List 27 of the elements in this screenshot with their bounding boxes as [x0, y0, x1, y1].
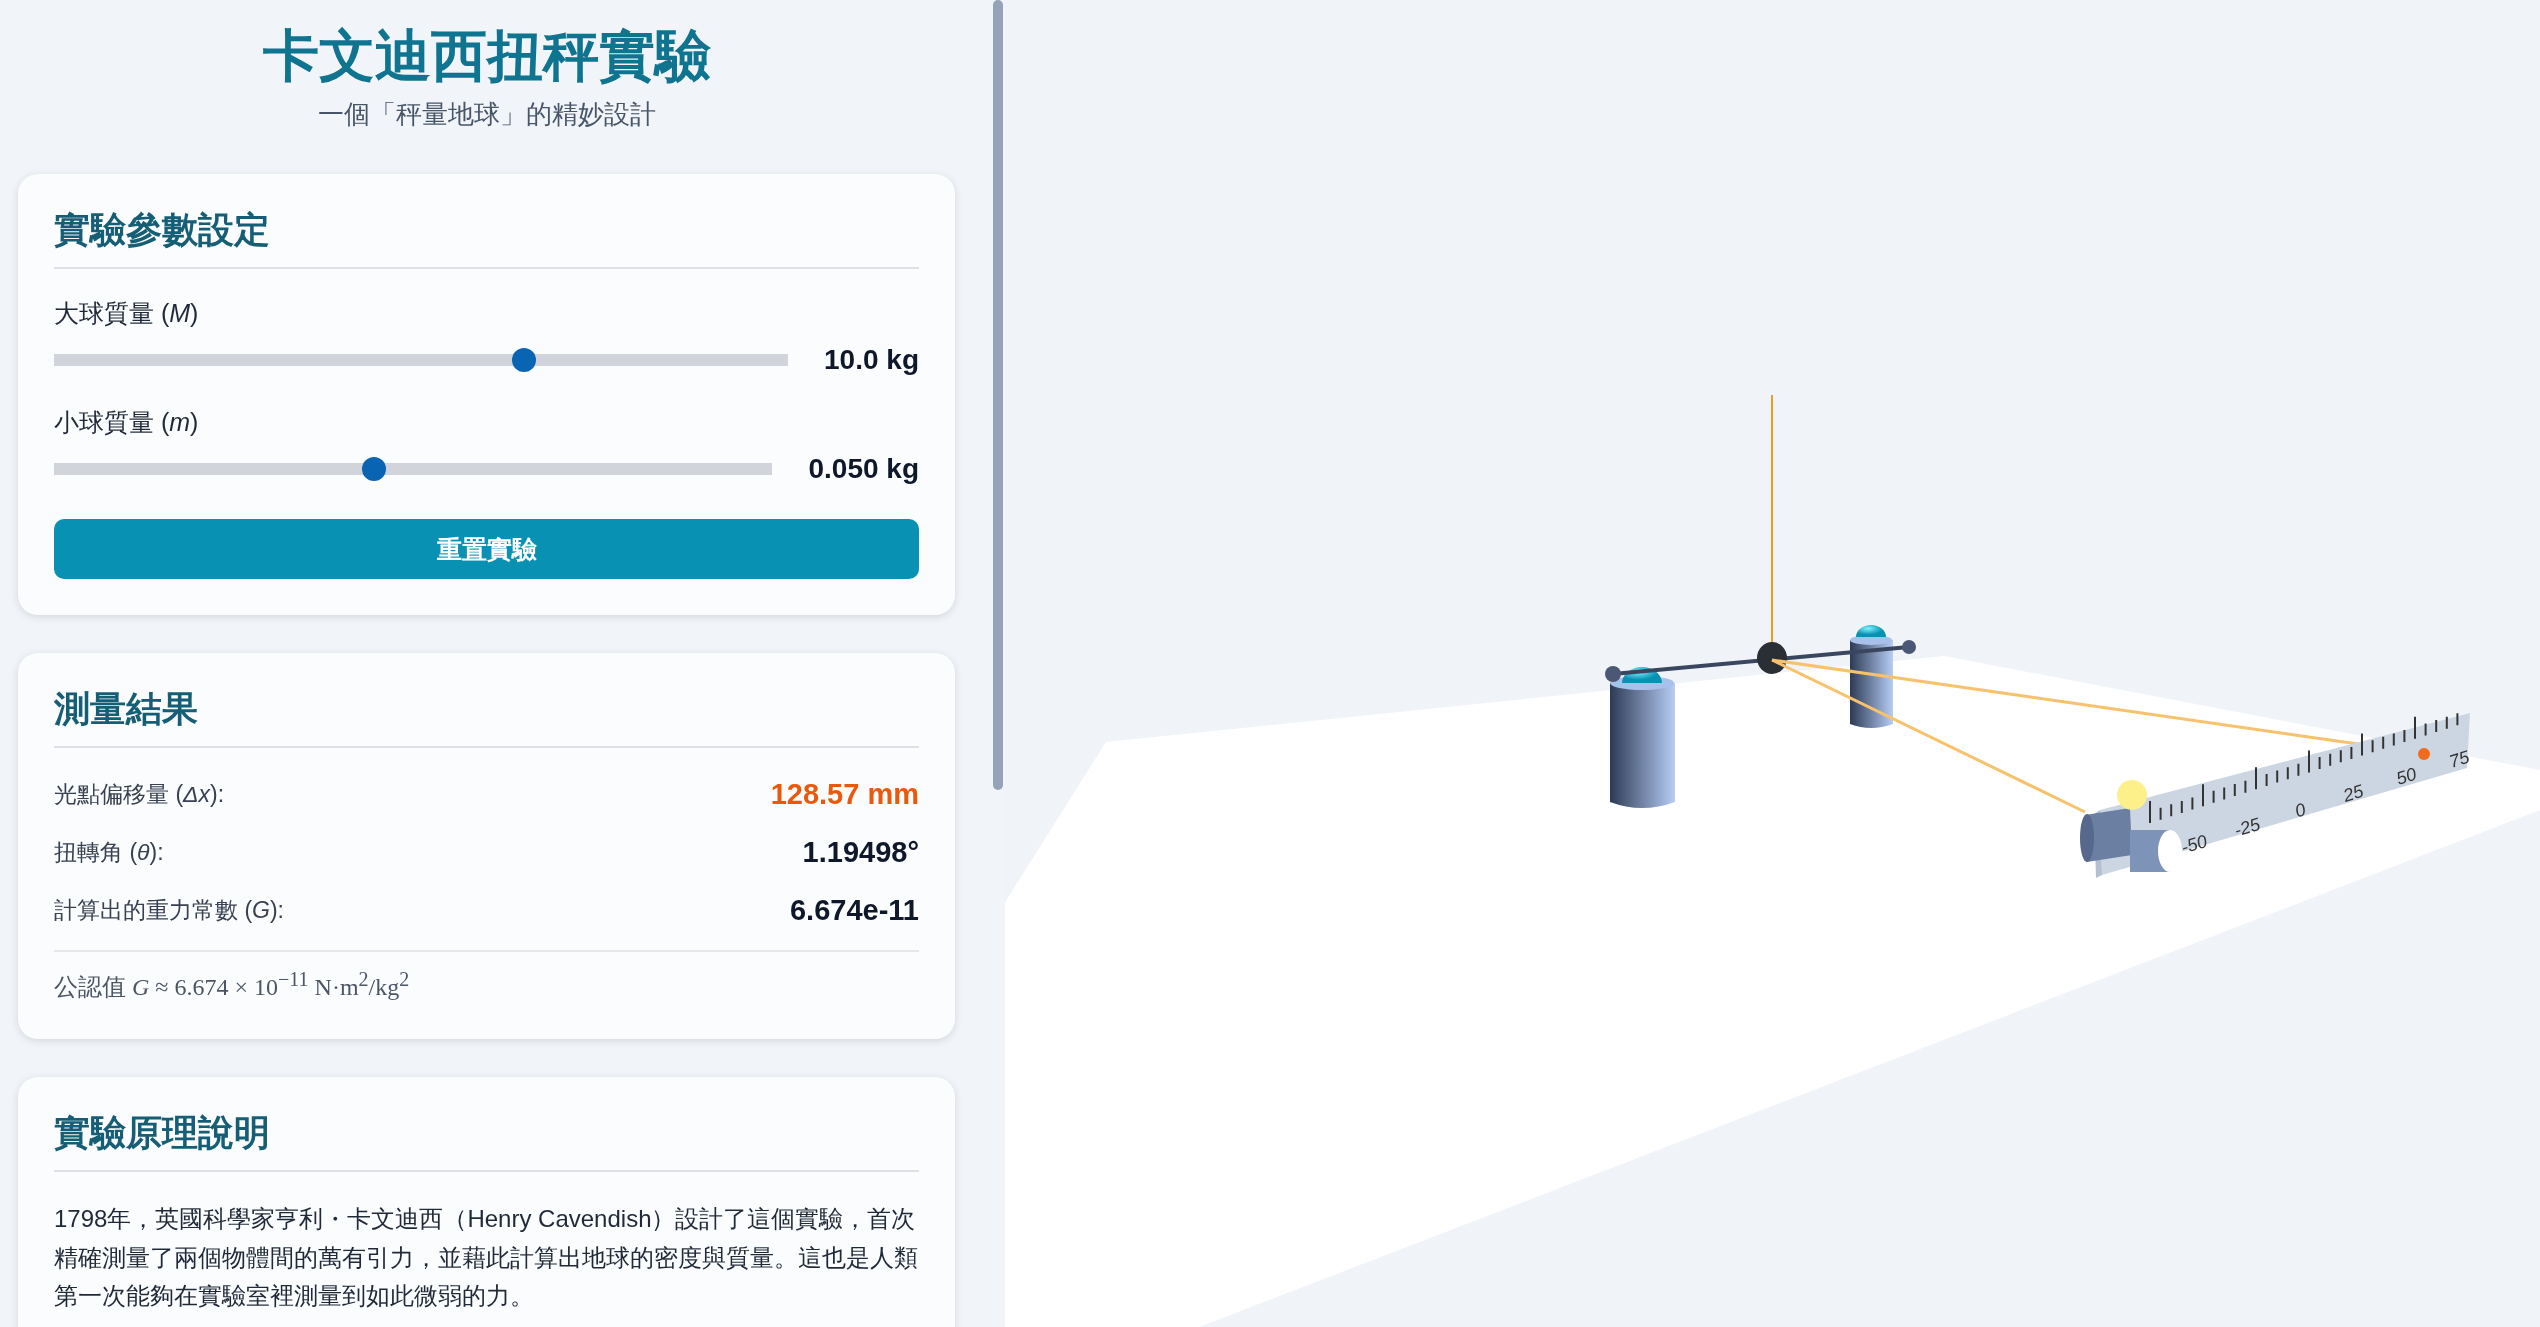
result-value: 1.19498°	[802, 835, 919, 869]
result-label: 扭轉角 (θ):	[54, 837, 164, 867]
scale-label: -25	[2231, 813, 2263, 841]
slider-value: 10.0 kg	[824, 344, 919, 377]
slider-label: 小球質量 (m)	[54, 407, 200, 439]
result-value: 6.674e-11	[790, 893, 919, 927]
result-label: 光點偏移量 (Δx):	[54, 779, 225, 809]
card-heading: 測量結果	[54, 685, 919, 749]
slider-thumb[interactable]	[361, 457, 386, 482]
scale-label: 25	[2340, 780, 2366, 806]
explanation-text: 1798年，英國科學家亨利・卡文迪西（Henry Cavendish）設計了這個實驗，首次精確測量了兩個物體間的萬有引力，並藉此計算出地球的密度與質量。這也是人類第一次能夠在實驗室裡測量到如此微弱的力。	[54, 1204, 919, 1311]
scale-label: 50	[2393, 763, 2419, 789]
scale-label: 0	[2292, 799, 2308, 822]
scrollbar-thumb[interactable]	[993, 0, 1003, 790]
result-label: 計算出的重力常數 (G):	[54, 895, 284, 925]
result-value: 128.57 mm	[770, 777, 919, 811]
slider-value: 0.050 kg	[808, 453, 919, 486]
slider-thumb[interactable]	[511, 348, 536, 373]
page-title: 卡文迪西扭秤實驗	[261, 23, 712, 89]
card-heading: 實驗原理說明	[54, 1109, 919, 1173]
reset-button[interactable]: 重置實驗	[54, 519, 919, 580]
scale-label: 75	[2446, 746, 2472, 772]
slider-label: 大球質量 (M)	[54, 298, 200, 330]
page-subtitle: 一個「秤量地球」的精妙設計	[316, 98, 657, 132]
scale-label: -50	[2178, 830, 2210, 858]
reference-note: 公認值 G ≈ 6.674 × 10$^{−11}$ N·m$^{2}$/kg$^{2}$	[54, 950, 919, 1004]
card-heading: 實驗參數設定	[54, 206, 919, 270]
